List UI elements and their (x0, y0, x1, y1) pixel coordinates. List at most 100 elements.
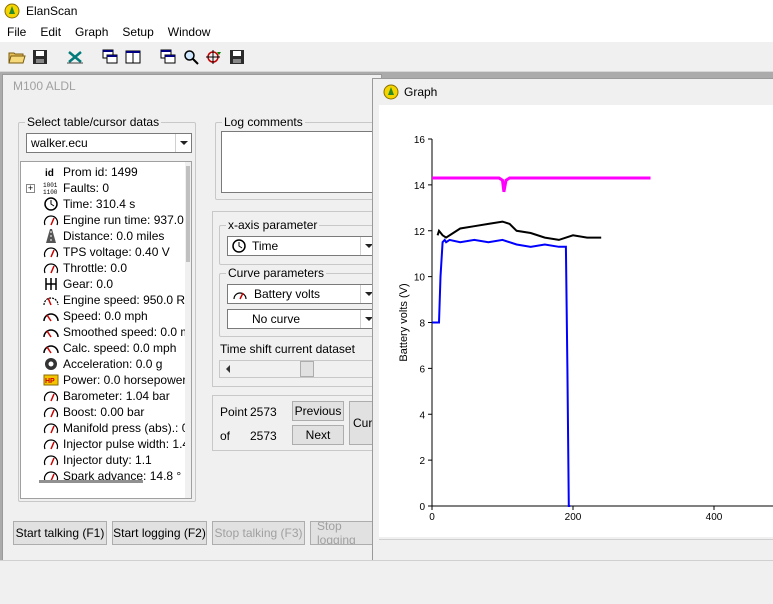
tree-item[interactable]: Manifold press (abs).: 0.34 (21, 420, 191, 436)
parameter-tree[interactable]: id Prom id: 1499 +1001 1100 Faults: 0 Time: 3… (20, 161, 192, 499)
battery-volts-chart[interactable]: 0 2 4 6 8 10 12 14 16 0 200 400 Battery volts (V) (379, 105, 773, 537)
menu-edit[interactable]: Edit (33, 22, 68, 42)
menu-graph[interactable]: Graph (68, 22, 115, 42)
tree-item[interactable]: TPS voltage: 0.40 V (21, 244, 170, 260)
tile-windows-icon[interactable] (122, 46, 144, 68)
start-logging-button[interactable]: Start logging (F2) (112, 521, 207, 545)
graph-window: Graph 0 2 4 6 8 10 12 14 16 0 200 400 Battery volts … (372, 78, 773, 562)
aldl-window: M100 ALDL Select table/cursor datas walk… (2, 74, 383, 562)
tree-item-label: Barometer: 1.04 bar (63, 389, 170, 403)
x-axis-select[interactable]: Time (227, 236, 377, 256)
toolbar (0, 42, 773, 72)
save-icon[interactable] (29, 46, 51, 68)
svg-text:HP: HP (45, 378, 55, 385)
point-value: 2573 (250, 405, 277, 419)
of-label: of (220, 429, 231, 443)
save-graph-icon[interactable] (226, 46, 248, 68)
speedometer-icon (43, 340, 59, 356)
clock-icon (232, 239, 246, 253)
previous-button[interactable]: Previous (292, 401, 344, 421)
tree-item-label: Smoothed speed: 0.0 mph (63, 325, 192, 339)
cursor-icon[interactable] (203, 46, 225, 68)
speedometer-icon (43, 324, 59, 340)
curve2-select[interactable]: No curve (227, 309, 377, 329)
binary-icon: 1001 1100 (43, 180, 59, 196)
y-tick-label: 4 (419, 410, 425, 421)
log-comments-input[interactable] (221, 131, 383, 193)
tree-item-label: Throttle: 0.0 (63, 261, 128, 275)
slider-knob[interactable] (300, 361, 314, 377)
y-tick-label: 2 (419, 456, 425, 467)
series-line-1 (432, 238, 571, 507)
curve1-value: Battery volts (254, 287, 321, 301)
tree-item[interactable]: Gear: 0.0 (21, 276, 113, 292)
tree-horizontal-scrollbar[interactable] (39, 480, 143, 483)
tree-item[interactable]: Distance: 0.0 miles (21, 228, 164, 244)
tree-item[interactable]: Smoothed speed: 0.0 mph (21, 324, 192, 340)
time-shift-slider[interactable] (219, 360, 381, 378)
tree-item-label: Faults: 0 (63, 181, 110, 195)
x-axis-label: x-axis parameter (226, 218, 320, 232)
clear-icon[interactable] (64, 46, 86, 68)
gauge-icon (43, 420, 59, 436)
y-tick-label: 6 (419, 364, 425, 375)
scrollbar-thumb[interactable] (186, 166, 190, 262)
tree-item[interactable]: Engine run time: 937.0 s (21, 212, 191, 228)
tree-item[interactable]: +1001 1100 Faults: 0 (21, 180, 109, 196)
stop-talking-button[interactable]: Stop talking (F3) (212, 521, 305, 545)
tree-item[interactable]: Acceleration: 0.0 g (21, 356, 162, 372)
curve-params-label: Curve parameters (226, 266, 327, 280)
chevron-down-icon[interactable] (175, 134, 191, 152)
gauge-icon (233, 292, 247, 300)
tree-item[interactable]: HP Power: 0.0 horsepower (21, 372, 186, 388)
y-tick-label: 8 (419, 319, 425, 330)
acceleration-icon (43, 356, 59, 372)
graph-canvas[interactable]: 0 2 4 6 8 10 12 14 16 0 200 400 Battery volts (V) (379, 105, 773, 537)
tree-item[interactable]: Boost: 0.00 bar (21, 404, 144, 420)
tree-item[interactable]: id Prom id: 1499 (21, 164, 138, 180)
start-talking-button[interactable]: Start talking (F1) (13, 521, 107, 545)
arrow-left-icon[interactable] (220, 361, 236, 377)
tree-item-label: Power: 0.0 horsepower (63, 373, 187, 387)
file-select[interactable]: walker.ecu (26, 133, 192, 153)
tree-item-label: Time: 310.4 s (63, 197, 136, 211)
gauge-icon (43, 404, 59, 420)
tree-item[interactable]: Time: 310.4 s (21, 196, 135, 212)
tree-item-label: Injector pulse width: 1.4 r (63, 437, 192, 451)
tree-item[interactable]: Calc. speed: 0.0 mph (21, 340, 176, 356)
tree-item-label: Prom id: 1499 (63, 165, 138, 179)
x-tick-label: 200 (565, 512, 582, 523)
graph-window-titlebar: Graph (373, 79, 773, 105)
zoom-icon[interactable] (180, 46, 202, 68)
tree-item[interactable]: Engine speed: 950.0 RPM (21, 292, 191, 308)
tree-item[interactable]: Throttle: 0.0 (21, 260, 127, 276)
open-folder-icon[interactable] (6, 46, 28, 68)
cascade-windows-icon[interactable] (99, 46, 121, 68)
tree-vertical-scrollbar[interactable] (185, 162, 191, 498)
gauge-icon (43, 452, 59, 468)
y-tick-label: 14 (414, 181, 426, 192)
menu-window[interactable]: Window (161, 22, 218, 42)
svg-text:1001: 1001 (43, 182, 58, 189)
app-title: ElanScan (26, 4, 78, 18)
svg-text:id: id (45, 168, 54, 179)
app-logo-icon (383, 84, 399, 100)
gauge-icon (43, 260, 59, 276)
next-button[interactable]: Next (292, 425, 344, 445)
curve1-select[interactable]: Battery volts (227, 284, 377, 304)
tree-item[interactable]: Barometer: 1.04 bar (21, 388, 170, 404)
speedometer-icon (43, 308, 59, 324)
tree-item-label: Acceleration: 0.0 g (63, 357, 163, 371)
tree-item[interactable]: Injector pulse width: 1.4 r (21, 436, 192, 452)
menu-file[interactable]: File (0, 22, 33, 42)
y-tick-label: 16 (414, 135, 426, 146)
gear-shift-icon (43, 276, 59, 292)
graph-window-icon[interactable] (157, 46, 179, 68)
select-table-label: Select table/cursor datas (25, 115, 162, 129)
menu-setup[interactable]: Setup (115, 22, 160, 42)
expand-plus-icon[interactable]: + (26, 184, 35, 193)
graph-horizontal-scrollbar[interactable] (379, 539, 773, 557)
id-icon: id (43, 164, 59, 180)
tree-item[interactable]: Speed: 0.0 mph (21, 308, 148, 324)
tree-item[interactable]: Injector duty: 1.1 (21, 452, 152, 468)
